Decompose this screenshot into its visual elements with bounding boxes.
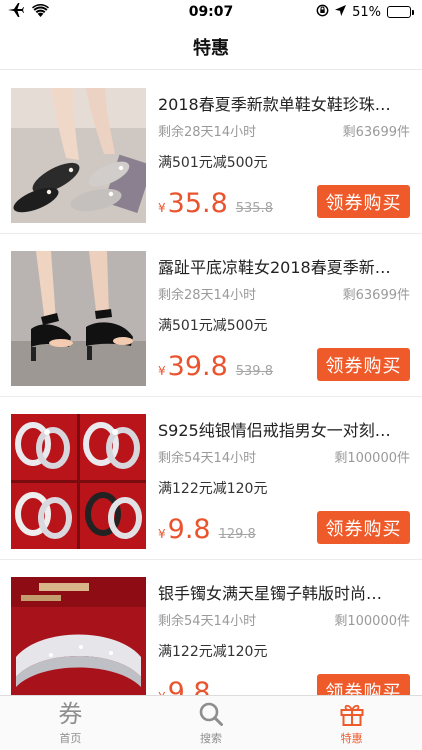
stock-count: 剩100000件 — [334, 451, 410, 466]
sandals-photo[interactable] — [11, 251, 146, 386]
product-item[interactable]: S925纯银情侣戒指男女一对刻… 剩余54天14小时 剩100000件 满122… — [0, 397, 422, 560]
stock-count: 剩63699件 — [342, 288, 410, 303]
original-price: 535.8 — [235, 201, 273, 216]
stock-count: 剩63699件 — [342, 125, 410, 140]
tab-search[interactable]: 搜索 — [141, 696, 282, 750]
tab-home[interactable]: 券 首页 — [0, 696, 141, 750]
status-right: 51% — [316, 4, 414, 21]
coupon-buy-button[interactable]: 领券购买 — [317, 511, 410, 544]
discount-text: 满122元减120元 — [158, 644, 268, 660]
rotation-lock-icon — [316, 4, 329, 21]
sale-price: 35.8 — [167, 188, 228, 219]
original-price: 129.8 — [218, 527, 256, 542]
product-item[interactable]: 银手镯女满天星镯子韩版时尚… 剩余54天14小时 剩100000件 满122元减… — [0, 560, 422, 695]
bracelet-photo[interactable] — [11, 577, 146, 695]
search-icon — [198, 700, 224, 728]
product-title[interactable]: 银手镯女满天星镯子韩版时尚… — [158, 580, 410, 604]
tab-label: 搜索 — [200, 732, 222, 745]
coupon-glyph-icon: 券 — [58, 700, 83, 728]
status-bar: 09:07 51% — [0, 0, 422, 24]
product-item[interactable]: 露趾平底凉鞋女2018春夏季新… 剩余28天14小时 剩63699件 满501元… — [0, 234, 422, 397]
time-remaining: 剩余54天14小时 — [158, 451, 257, 466]
tab-bar: 券 首页 搜索 特惠 — [0, 695, 422, 750]
product-item[interactable]: 2018春夏季新款单鞋女鞋珍珠… 剩余28天14小时 剩63699件 满501元… — [0, 71, 422, 234]
stock-count: 剩100000件 — [334, 614, 410, 629]
currency-symbol: ¥ — [158, 364, 166, 378]
original-price: 539.8 — [235, 364, 273, 379]
nav-bar: 特惠 — [0, 24, 422, 70]
page-title: 特惠 — [193, 37, 229, 59]
gift-icon — [339, 700, 365, 728]
sale-price: 9.8 — [167, 514, 211, 545]
discount-text: 满501元减500元 — [158, 155, 268, 171]
price-row: ¥ 39.8 539.8 — [158, 352, 273, 382]
tab-deals[interactable]: 特惠 — [281, 696, 422, 750]
sale-price: 9.8 — [167, 677, 211, 696]
battery-icon — [387, 6, 414, 18]
flat-shoes-photo[interactable] — [11, 88, 146, 223]
discount-text: 满122元减120元 — [158, 481, 268, 497]
discount-text: 满501元减500元 — [158, 318, 268, 334]
coupon-buy-button[interactable]: 领券购买 — [317, 185, 410, 218]
status-left — [8, 3, 49, 21]
location-icon — [335, 4, 347, 20]
time-remaining: 剩余54天14小时 — [158, 614, 257, 629]
product-title[interactable]: 露趾平底凉鞋女2018春夏季新… — [158, 254, 410, 278]
price-row: ¥ 9.8 — [158, 677, 219, 696]
sale-price: 39.8 — [167, 351, 228, 382]
airplane-icon — [8, 3, 24, 21]
time-remaining: 剩余28天14小时 — [158, 125, 257, 140]
currency-symbol: ¥ — [158, 201, 166, 215]
rings-photo[interactable] — [11, 414, 146, 549]
wifi-icon — [32, 3, 49, 21]
product-list[interactable]: 2018春夏季新款单鞋女鞋珍珠… 剩余28天14小时 剩63699件 满501元… — [0, 71, 422, 695]
tab-label: 首页 — [59, 732, 82, 745]
price-row: ¥ 35.8 535.8 — [158, 189, 273, 219]
coupon-buy-button[interactable]: 领券购买 — [317, 348, 410, 381]
tab-label: 特惠 — [340, 732, 363, 745]
product-title[interactable]: 2018春夏季新款单鞋女鞋珍珠… — [158, 91, 410, 115]
price-row: ¥ 9.8 129.8 — [158, 515, 256, 545]
coupon-buy-button[interactable]: 领券购买 — [317, 674, 410, 695]
battery-percent: 51% — [352, 4, 381, 20]
product-title[interactable]: S925纯银情侣戒指男女一对刻… — [158, 417, 410, 441]
currency-symbol: ¥ — [158, 527, 166, 541]
time-remaining: 剩余28天14小时 — [158, 288, 257, 303]
